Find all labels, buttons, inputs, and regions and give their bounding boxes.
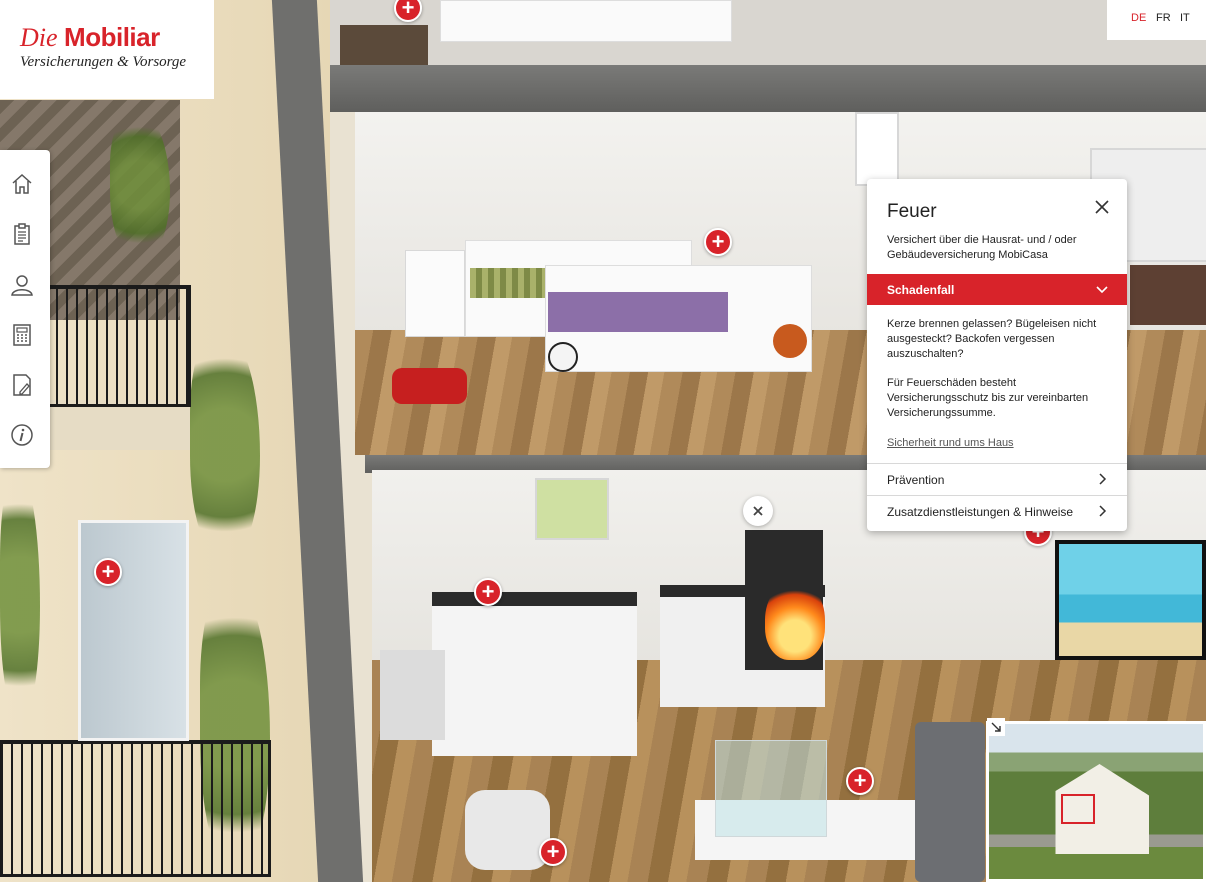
hotspot-lounge-chair[interactable]: + (539, 838, 567, 866)
calculator-icon (13, 324, 31, 346)
treasure-chest (340, 25, 428, 65)
bed (440, 0, 732, 42)
info-icon (11, 424, 33, 446)
window (535, 478, 609, 540)
dining-chairs (380, 650, 445, 740)
logo-tagline: Versicherungen & Vorsorge (20, 54, 187, 70)
clipboard-button[interactable] (7, 219, 37, 249)
accordion-label: Zusatzdienstleistungen & Hinweise (887, 505, 1074, 519)
aquarium (715, 740, 827, 837)
hotspot-glass-door[interactable]: + (94, 558, 122, 586)
panel-subtitle: Versichert über die Hausrat- und / oder … (887, 234, 1077, 261)
panel-close-button[interactable] (1091, 196, 1113, 218)
clipboard-icon (14, 223, 30, 245)
logo-die: Die (20, 23, 58, 52)
blanket (548, 292, 728, 332)
expand-arrow-icon (991, 722, 1001, 732)
accordion-praevention[interactable]: Prävention (867, 463, 1127, 495)
house-minimap[interactable] (986, 721, 1206, 882)
lang-de[interactable]: DE (1131, 12, 1146, 24)
toy-car (392, 368, 467, 404)
lang-fr[interactable]: FR (1156, 12, 1171, 24)
person-icon (11, 275, 33, 296)
hotspot-aquarium[interactable]: + (846, 767, 874, 795)
person-button[interactable] (7, 270, 37, 300)
accordion-text: Für Feuerschäden besteht Versicherungssc… (887, 377, 1089, 419)
document-edit-icon (13, 374, 31, 396)
oven-fire (765, 580, 825, 660)
home-button[interactable] (7, 169, 37, 199)
minimap-landscape (989, 724, 1203, 879)
language-switcher: DE FR IT (1107, 0, 1206, 40)
lounge-chair (465, 790, 550, 870)
floor-slab (330, 65, 1206, 112)
lang-it[interactable]: IT (1180, 12, 1190, 24)
safety-link[interactable]: Sicherheit rund ums Haus (887, 437, 1014, 449)
window (855, 112, 899, 186)
home-icon (12, 173, 32, 194)
balcony-railing (45, 285, 191, 407)
hotspot-kitchen[interactable]: + (474, 578, 502, 606)
accordion-label: Schadenfall (887, 283, 955, 297)
hotspot-children-room[interactable]: + (704, 228, 732, 256)
minimap-viewport (1061, 794, 1095, 824)
document-edit-button[interactable] (7, 370, 37, 400)
sofa (915, 722, 985, 882)
chevron-right-icon (1099, 505, 1107, 517)
accordion-schadenfall[interactable]: Schadenfall (867, 274, 1127, 305)
minimap-expand-button[interactable] (987, 718, 1005, 736)
football (548, 342, 578, 372)
accordion-label: Prävention (887, 473, 945, 487)
glass-door (78, 520, 189, 741)
info-panel: Feuer Versichert über die Hausrat- und /… (867, 179, 1127, 531)
calculator-button[interactable] (7, 320, 37, 350)
logo-wordmark: Die Mobiliar (20, 22, 160, 53)
side-nav (0, 150, 50, 468)
bathroom-cabinet (1130, 265, 1206, 325)
logo-mobiliar: Mobiliar (64, 22, 160, 52)
accordion-text: Kerze brennen gelassen? Bügeleisen nicht… (887, 318, 1097, 360)
close-icon (1095, 200, 1109, 214)
television (1055, 540, 1206, 660)
balcony-railing (0, 740, 271, 877)
chevron-down-icon (1096, 286, 1108, 294)
info-button[interactable] (7, 420, 37, 450)
close-icon (753, 506, 763, 516)
drawer-unit (405, 250, 465, 337)
panel-title: Feuer (887, 201, 937, 222)
accordion-zusatzdienstleistungen[interactable]: Zusatzdienstleistungen & Hinweise (867, 495, 1127, 527)
basketball (773, 324, 807, 358)
hotspot-fire-close-button[interactable] (743, 496, 773, 526)
logo[interactable]: Die Mobiliar Versicherungen & Vorsorge (0, 0, 214, 99)
kitchen-island (432, 592, 637, 756)
chevron-right-icon (1099, 473, 1107, 485)
